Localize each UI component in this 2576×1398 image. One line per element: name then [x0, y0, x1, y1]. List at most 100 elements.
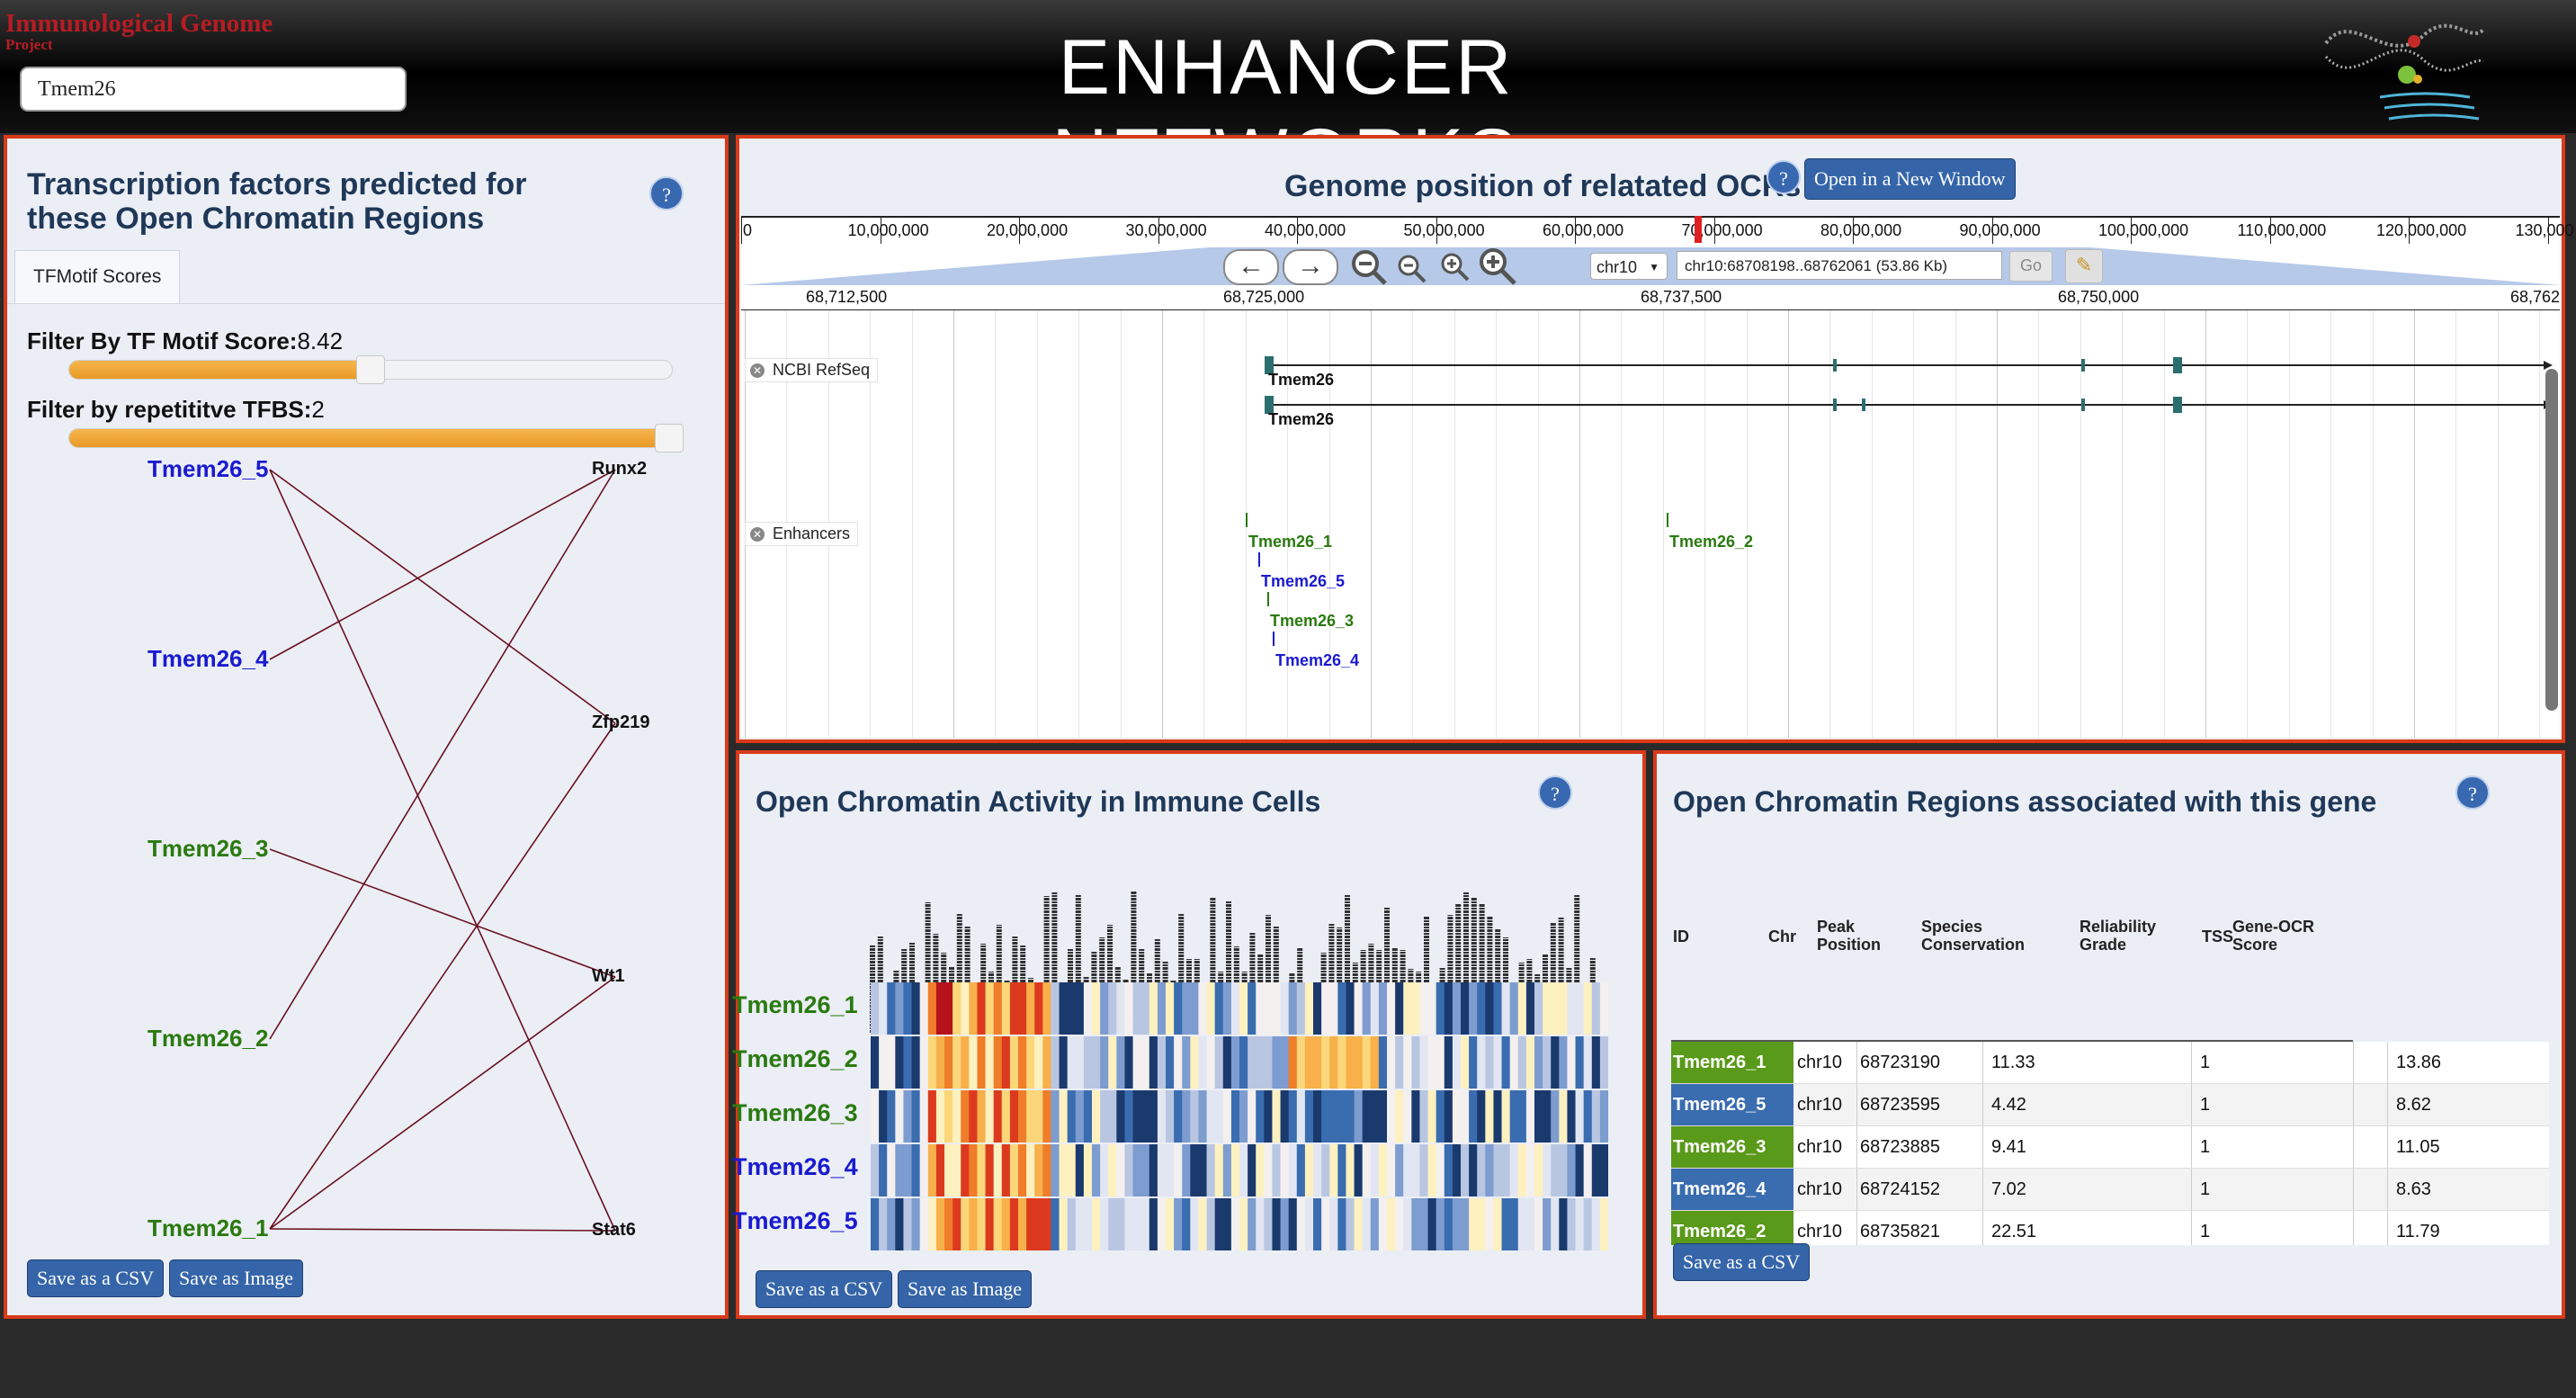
help-icon[interactable]: ?	[649, 176, 684, 211]
repetitive-tfbs-slider[interactable]	[68, 428, 673, 448]
heatmap-cell	[1182, 1144, 1191, 1196]
tf-node-label[interactable]: Wt1	[592, 966, 625, 987]
highlight-tool-icon[interactable]: ✎	[2065, 249, 2103, 283]
ocr-node-label[interactable]: Tmem26_4	[148, 645, 268, 673]
tf-node-label[interactable]: Stat6	[592, 1220, 636, 1241]
heatmap-cell	[1461, 1144, 1470, 1196]
heatmap-cell	[1370, 1198, 1380, 1250]
column-header-species-conservation[interactable]: Species Conservation	[1921, 918, 2038, 954]
pan-right-button[interactable]: →	[1283, 249, 1338, 285]
vertical-scrollbar[interactable]	[2545, 369, 2558, 711]
heatmap-cell	[1272, 1090, 1281, 1143]
column-header-peak-position[interactable]: Peak Position	[1817, 918, 1881, 954]
table-cell-cons: 11.33	[1991, 1053, 2035, 1072]
zoom-in-small-icon[interactable]	[1439, 251, 1471, 283]
ruler-tick-mark	[1436, 218, 1437, 245]
column-header-reliability-grade[interactable]: Reliability Grade	[2080, 918, 2178, 954]
heatmap-cell	[1075, 1198, 1085, 1250]
enhancer-label[interactable]: Tmem26_2	[1669, 533, 1753, 551]
gene-search-input[interactable]	[20, 67, 407, 112]
heatmap-cell	[944, 982, 953, 1035]
save-image-button[interactable]: Save as Image	[898, 1270, 1033, 1308]
heatmap-cell	[1190, 982, 1199, 1035]
chromosome-ruler[interactable]: 0 10,000,000 20,000,000 30,000,000 40,000,00…	[741, 216, 2574, 246]
zoom-out-small-icon[interactable]	[1396, 253, 1428, 285]
ocr-node-label[interactable]: Tmem26_1	[148, 1214, 268, 1242]
motif-score-slider-handle[interactable]	[356, 355, 385, 384]
gene-label[interactable]: Tmem26	[1268, 410, 1334, 429]
heatmap-cell	[1452, 1198, 1462, 1250]
go-button[interactable]: Go	[2009, 251, 2053, 282]
save-csv-button[interactable]: Save as a CSV	[1673, 1243, 1811, 1281]
tf-node-label[interactable]: Runx2	[592, 459, 647, 479]
heatmap-cell	[977, 1090, 986, 1143]
heatmap-row-label[interactable]: Tmem26_5	[732, 1207, 858, 1235]
table-row[interactable]: Tmem26_5 chr10 68723595 4.42 1 8.62	[1671, 1084, 2549, 1126]
enhancer-label[interactable]: Tmem26_1	[1248, 533, 1332, 551]
activity-heatmap[interactable]	[871, 982, 1608, 1254]
table-row[interactable]: Tmem26_1 chr10 68723190 11.33 1 13.86	[1671, 1042, 2549, 1084]
heatmap-row-label[interactable]: Tmem26_3	[732, 1099, 858, 1127]
zoom-in-large-icon[interactable]	[1477, 246, 1518, 287]
heatmap-cell	[1059, 1036, 1069, 1089]
tf-panel-title: Transcription factors predicted for thes…	[27, 167, 527, 236]
heatmap-row-label[interactable]: Tmem26_4	[732, 1153, 858, 1181]
heatmap-cell	[1034, 1198, 1043, 1250]
table-row[interactable]: Tmem26_3 chr10 68723885 9.41 1 11.05	[1671, 1126, 2549, 1169]
zoomed-ruler-tick-label: 68,712,500	[806, 288, 888, 306]
save-csv-button[interactable]: Save as a CSV	[27, 1259, 165, 1297]
gene-label[interactable]: Tmem26	[1268, 371, 1334, 390]
heatmap-cell	[1288, 1144, 1298, 1196]
column-header-id[interactable]: ID	[1673, 928, 1689, 945]
heatmap-cell	[1419, 1198, 1428, 1250]
save-csv-button[interactable]: Save as a CSV	[756, 1270, 893, 1308]
chromosome-select[interactable]: chr10 ▼	[1590, 253, 1668, 280]
column-header-gene-ocr-score[interactable]: Gene-OCR Score	[2232, 918, 2331, 954]
heatmap-cell	[1042, 1036, 1051, 1089]
heatmap-cell	[1272, 1036, 1281, 1089]
heatmap-cell	[985, 1144, 995, 1196]
heatmap-cell	[1403, 1144, 1412, 1196]
enhancer-label[interactable]: Tmem26_5	[1261, 572, 1345, 591]
heatmap-cell	[1280, 1198, 1290, 1250]
heatmap-cell	[969, 1036, 978, 1089]
heatmap-cell	[1001, 1036, 1011, 1089]
enhancer-label[interactable]: Tmem26_4	[1275, 651, 1359, 670]
ocr-node-label[interactable]: Tmem26_5	[148, 455, 268, 483]
open-new-window-button[interactable]: Open in a New Window	[1804, 158, 2016, 200]
tf-node-label[interactable]: Zfp219	[592, 712, 649, 733]
heatmap-row-label[interactable]: Tmem26_1	[732, 991, 858, 1019]
repetitive-tfbs-filter-value: 2	[311, 396, 325, 423]
heatmap-cell	[1067, 1198, 1077, 1250]
heatmap-cell	[1575, 1198, 1585, 1250]
heatmap-cell	[1387, 1144, 1396, 1196]
table-cell-grade: 1	[2200, 1137, 2211, 1157]
zoom-out-large-icon[interactable]	[1349, 247, 1389, 287]
tab-tfmotif-scores[interactable]: TFMotif Scores	[14, 250, 181, 303]
table-row[interactable]: Tmem26_4 chr10 68724152 7.02 1 8.63	[1671, 1169, 2549, 1211]
heatmap-cell	[1378, 1090, 1388, 1143]
heatmap-row-label[interactable]: Tmem26_2	[732, 1045, 858, 1073]
location-input[interactable]: chr10:68708198..68762061 (53.86 Kb)	[1677, 251, 2002, 280]
heatmap-cell	[895, 1036, 904, 1089]
brand-name[interactable]: Immunological Genome	[5, 9, 273, 39]
heatmap-cell	[1042, 982, 1051, 1035]
repetitive-tfbs-slider-handle[interactable]	[655, 424, 684, 453]
heatmap-cell	[1461, 1198, 1470, 1250]
heatmap-cell	[961, 982, 970, 1035]
help-icon[interactable]: ?	[1538, 775, 1572, 810]
save-image-button[interactable]: Save as Image	[169, 1259, 304, 1297]
help-icon[interactable]: ?	[1767, 160, 1801, 194]
ocr-node-label[interactable]: Tmem26_3	[148, 835, 268, 863]
heatmap-cell	[1419, 982, 1428, 1035]
enhancer-label[interactable]: Tmem26_3	[1270, 612, 1354, 631]
heatmap-cell	[1256, 982, 1265, 1035]
pan-left-button[interactable]: ←	[1223, 249, 1279, 285]
column-header-tss[interactable]: TSS	[2202, 928, 2233, 945]
ocr-node-label[interactable]: Tmem26_2	[148, 1025, 268, 1053]
heatmap-cell	[1591, 1144, 1601, 1196]
heatmap-cell	[1378, 1198, 1388, 1250]
table-cell-cons: 4.42	[1991, 1095, 2026, 1115]
help-icon[interactable]: ?	[2455, 775, 2490, 810]
column-header-chr[interactable]: Chr	[1768, 928, 1796, 945]
